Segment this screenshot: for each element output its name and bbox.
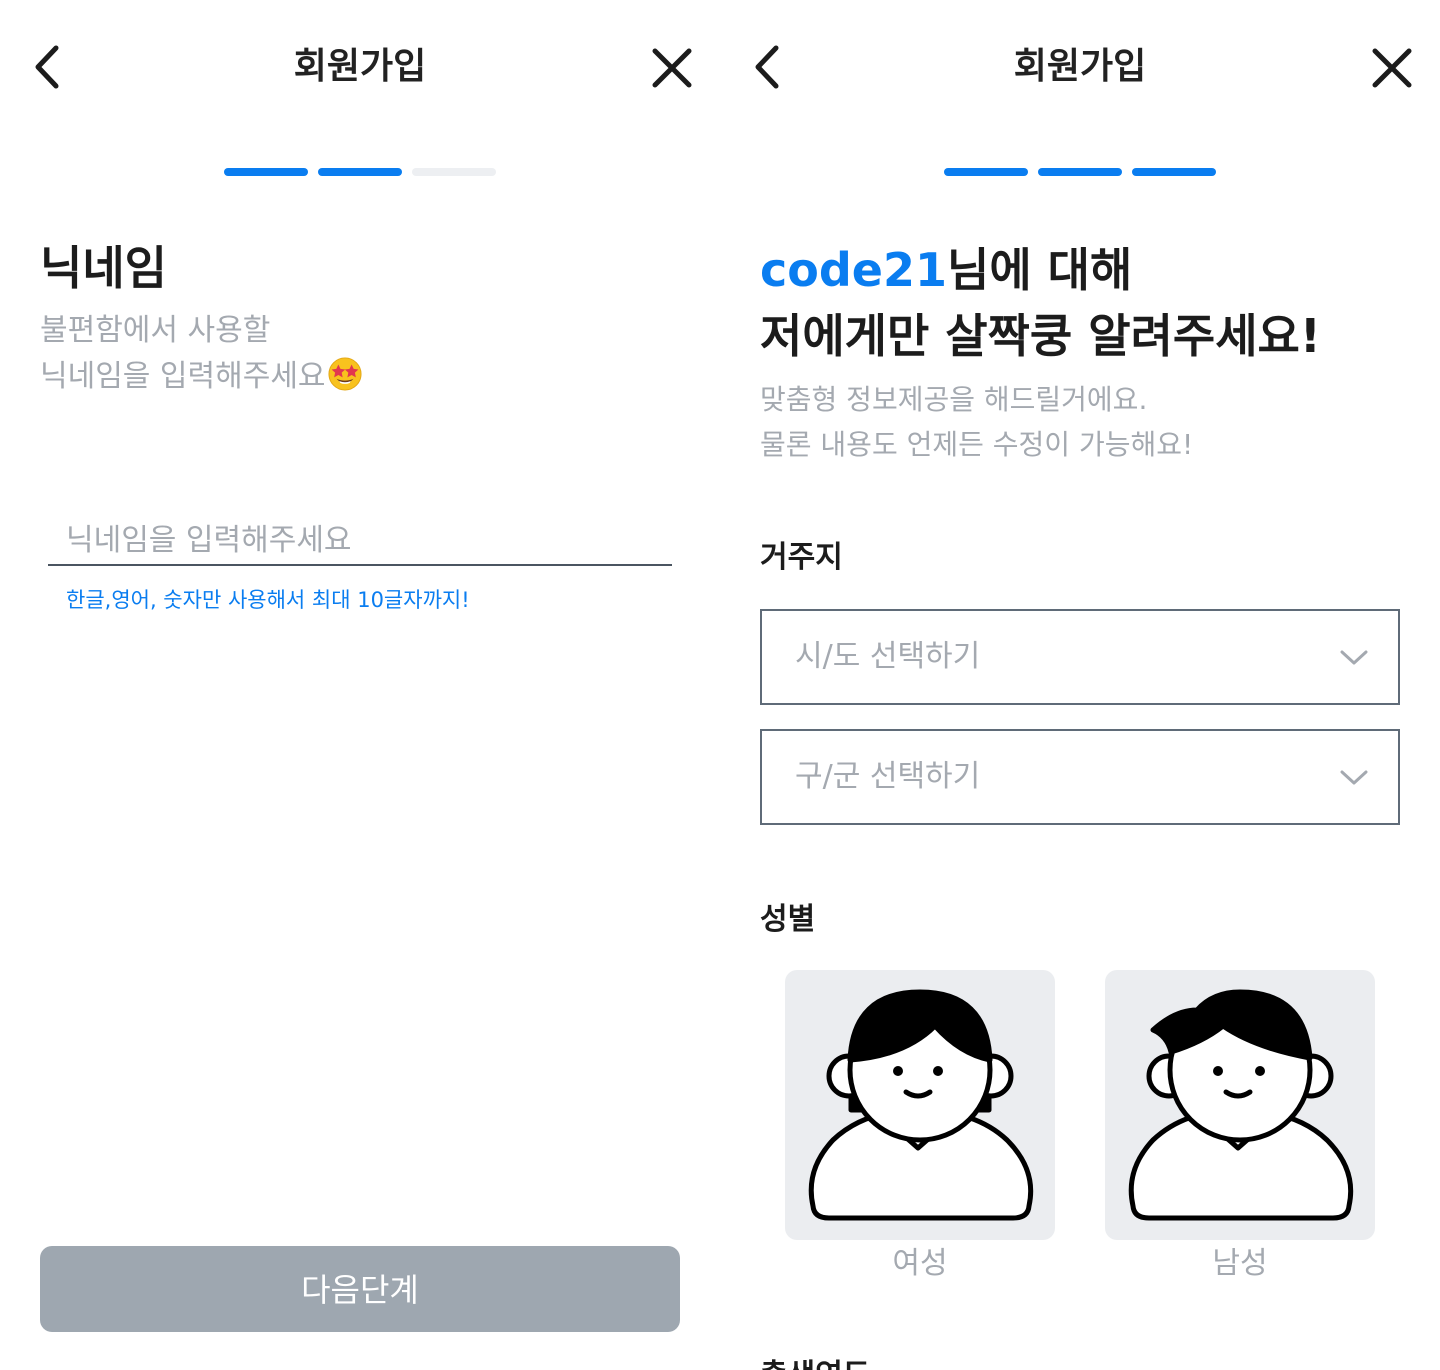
male-label: 남성	[1212, 1246, 1268, 1281]
progress-step-2	[318, 168, 402, 176]
close-button[interactable]	[646, 42, 698, 94]
progress-steps	[224, 168, 496, 176]
description-line-1: 맞춤형 정보제공을 해드릴거에요.	[760, 383, 1148, 416]
close-button[interactable]	[1366, 42, 1418, 94]
chevron-down-icon	[1340, 650, 1368, 665]
profile-heading-line-2: 저에게만 살짝쿵 알려주세요!	[760, 309, 1321, 363]
description-line-2-text: 닉네임을 입력해주세요	[40, 359, 326, 394]
city-select[interactable]: 시/도 선택하기	[760, 609, 1400, 705]
gender-female-option[interactable]	[785, 970, 1055, 1240]
gender-male-option[interactable]	[1105, 970, 1375, 1240]
district-select[interactable]: 구/군 선택하기	[760, 729, 1400, 825]
profile-info-screen: 회원가입 code21님에 대해 저에게만 살짝쿵 알려주세요! 맞춤형 정보제…	[720, 0, 1440, 1370]
nickname-heading: 닉네임	[40, 241, 167, 295]
progress-step-3	[412, 168, 496, 176]
progress-step-1	[224, 168, 308, 176]
progress-step-3	[1132, 168, 1216, 176]
nickname-screen: 회원가입 닉네임 불편함에서 사용할 닉네임을 입력해주세요 한글,영어, 숫자…	[0, 0, 720, 1370]
star-struck-emoji-icon	[328, 357, 362, 391]
description-line-2: 물론 내용도 언제든 수정이 가능해요!	[760, 428, 1194, 461]
description-line-2: 닉네임을 입력해주세요	[40, 354, 362, 400]
page-title: 회원가입	[1013, 46, 1147, 87]
profile-description: 맞춤형 정보제공을 해드릴거에요. 물론 내용도 언제든 수정이 가능해요!	[760, 377, 1193, 467]
description-line-1: 불편함에서 사용할	[40, 313, 271, 348]
nickname-description: 불편함에서 사용할 닉네임을 입력해주세요	[40, 308, 362, 400]
top-bar: 회원가입	[720, 0, 1440, 134]
district-select-placeholder: 구/군 선택하기	[795, 759, 981, 794]
female-label: 여성	[892, 1246, 948, 1281]
nickname-input[interactable]	[48, 516, 672, 566]
gender-label: 성별	[760, 902, 816, 937]
next-step-button[interactable]: 다음단계	[40, 1246, 680, 1332]
top-bar: 회원가입	[0, 0, 720, 134]
female-avatar-icon	[808, 989, 1034, 1221]
profile-heading-line-1: code21님에 대해	[760, 240, 1132, 300]
birth-year-label: 출생연도	[760, 1356, 870, 1370]
progress-step-2	[1038, 168, 1122, 176]
page-title: 회원가입	[293, 46, 427, 87]
progress-step-1	[944, 168, 1028, 176]
city-select-placeholder: 시/도 선택하기	[795, 639, 981, 674]
progress-steps	[944, 168, 1216, 176]
heading-suffix: 님에 대해	[947, 243, 1133, 297]
chevron-down-icon	[1340, 770, 1368, 785]
nickname-hint: 한글,영어, 숫자만 사용해서 최대 10글자까지!	[66, 588, 470, 612]
username: code21	[760, 243, 948, 297]
close-icon	[1372, 48, 1412, 88]
male-avatar-icon	[1128, 989, 1354, 1221]
residence-label: 거주지	[760, 540, 843, 575]
close-icon	[652, 48, 692, 88]
